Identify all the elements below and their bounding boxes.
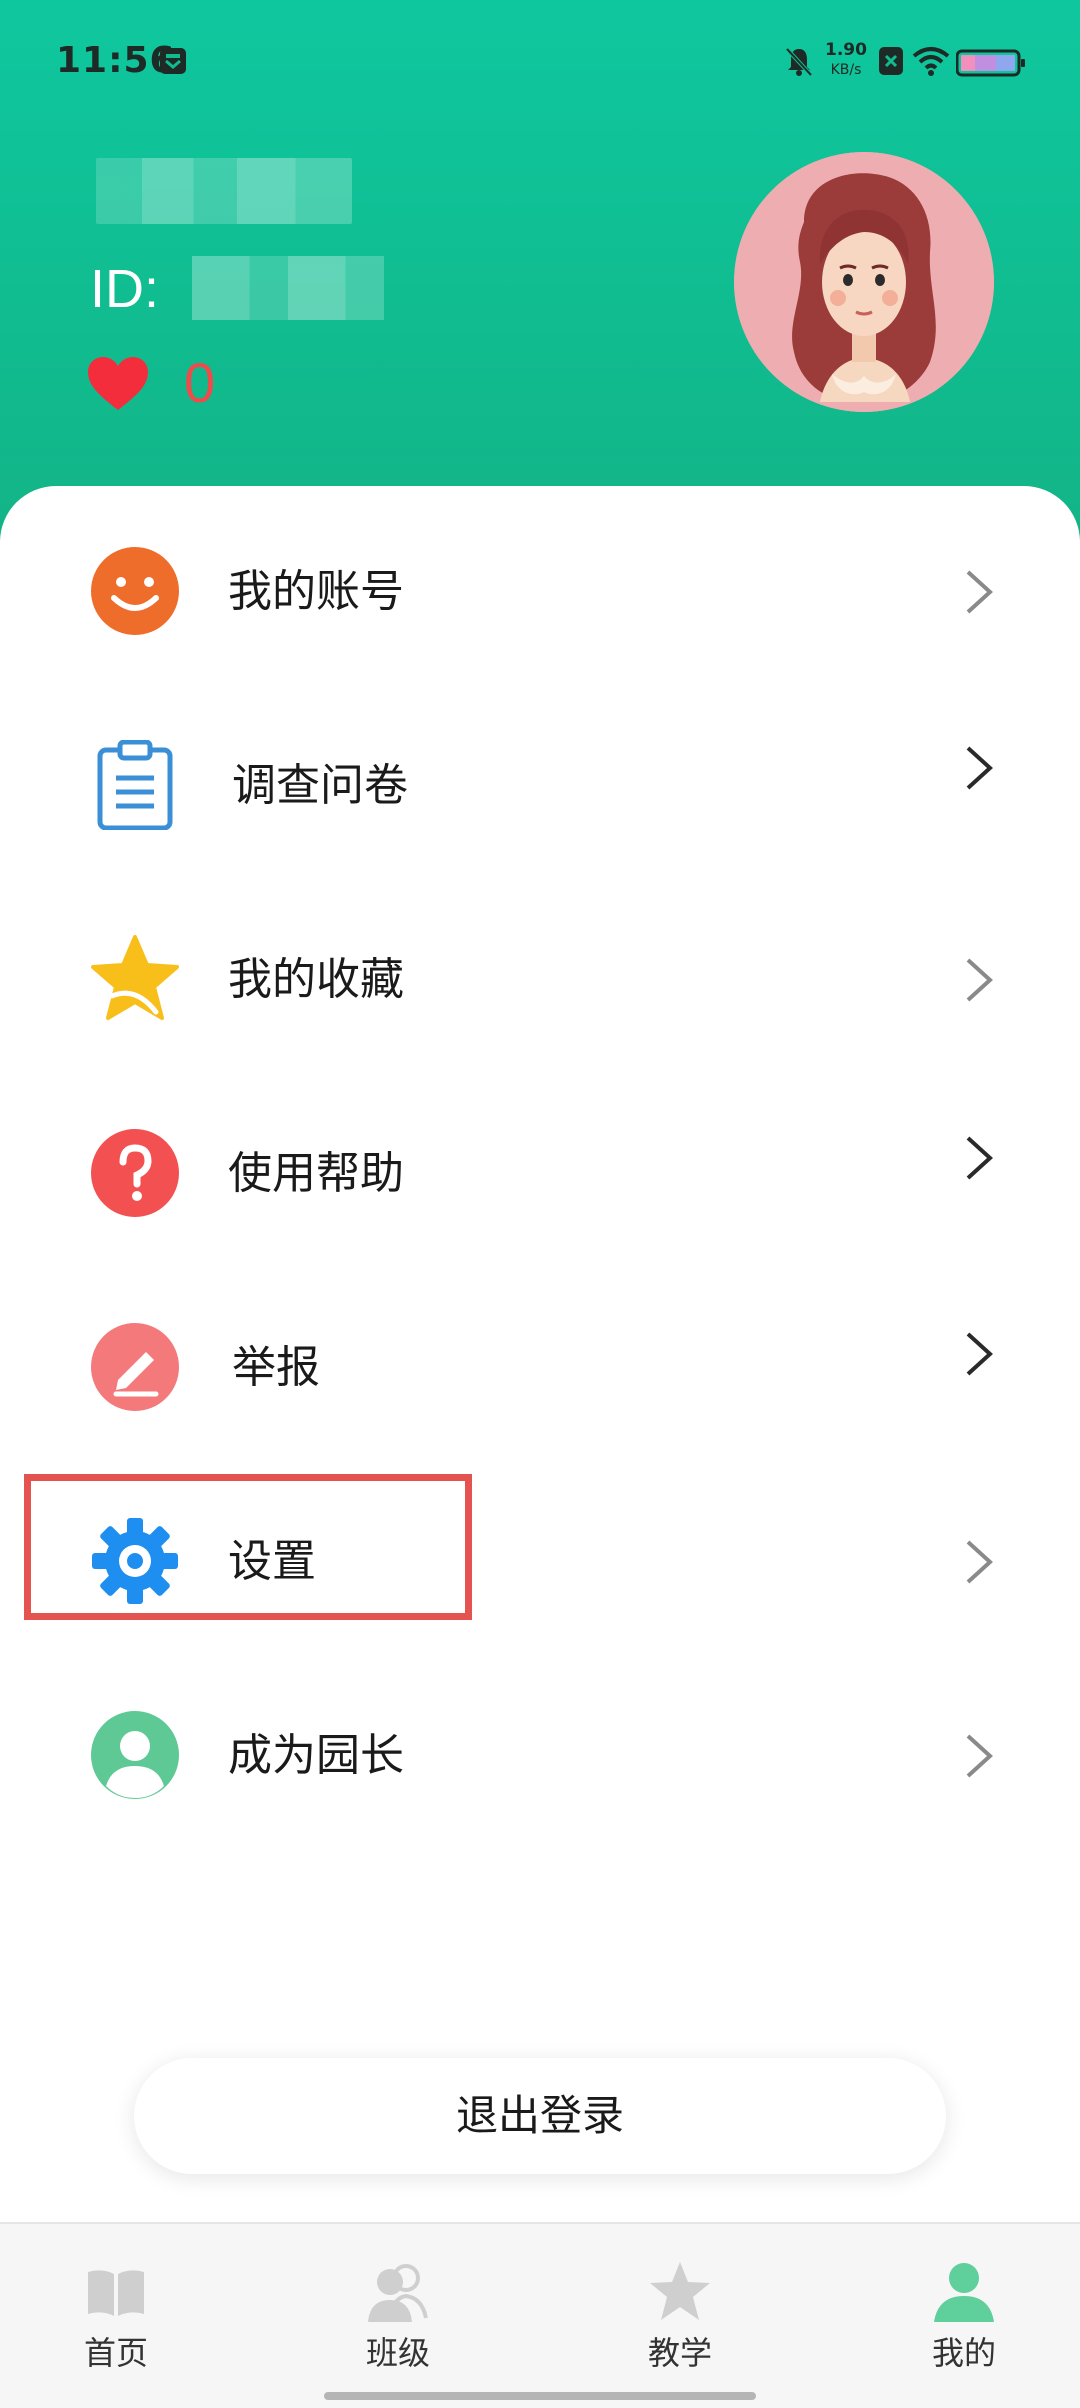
nav-tab-teaching[interactable]: 教学 — [580, 2224, 780, 2374]
menu-item-label: 我的收藏 — [228, 954, 404, 1005]
avatar[interactable] — [734, 152, 994, 412]
battery-icon — [955, 48, 1026, 78]
menu-item-my-account[interactable]: 我的账号 — [0, 512, 1080, 672]
menu-item-label: 调查问卷 — [232, 760, 408, 811]
nav-tab-mine[interactable]: 我的 — [864, 2224, 1064, 2374]
chevron-right-icon — [962, 956, 996, 1004]
menu-item-help[interactable]: 使用帮助 — [0, 1094, 1080, 1254]
menu-item-survey[interactable]: 调查问卷 — [0, 706, 1080, 866]
menu-item-report[interactable]: 举报 — [0, 1288, 1080, 1448]
people-icon — [366, 2260, 430, 2324]
status-bar: 11:56 1.90 KB/s — [0, 0, 1080, 120]
chevron-right-icon — [962, 744, 996, 792]
network-speed: 1.90 KB/s — [818, 40, 874, 80]
home-indicator[interactable] — [324, 2392, 756, 2400]
chevron-right-icon — [962, 1330, 996, 1378]
nav-tab-label: 首页 — [83, 2334, 148, 2372]
nav-tab-label: 班级 — [365, 2334, 430, 2372]
muted-bell-icon — [784, 46, 814, 78]
gear-icon — [90, 1516, 180, 1606]
person-icon — [932, 2260, 996, 2324]
nav-tab-home[interactable]: 首页 — [16, 2224, 216, 2374]
menu-item-favorites[interactable]: 我的收藏 — [0, 900, 1080, 1060]
smiley-icon — [90, 546, 180, 636]
wifi-icon — [912, 46, 950, 76]
heart-icon — [86, 356, 150, 412]
profile-header: 11:56 1.90 KB/s ID: 0 — [0, 0, 1080, 540]
menu-item-label: 使用帮助 — [228, 1148, 404, 1199]
bottom-nav: 首页 班级 教学 我的 — [0, 2222, 1080, 2408]
chevron-right-icon — [962, 1134, 996, 1182]
menu-item-label: 成为园长 — [228, 1730, 404, 1781]
star-icon — [90, 934, 180, 1024]
menu-item-label: 举报 — [232, 1342, 320, 1393]
nav-tab-label: 教学 — [647, 2334, 712, 2372]
profile-screen: 11:56 1.90 KB/s ID: 0 我的账号 调查问卷 我的收藏 使用帮… — [0, 0, 1080, 2408]
logout-button[interactable]: 退出登录 — [134, 2058, 946, 2174]
user-id-redacted — [192, 256, 384, 320]
pencil-icon — [90, 1322, 180, 1412]
clipboard-icon — [90, 739, 180, 831]
user-id-label: ID: — [90, 259, 160, 319]
network-speed-unit: KB/s — [830, 62, 862, 78]
chevron-right-icon — [962, 1732, 996, 1780]
menu-item-label: 我的账号 — [228, 566, 404, 617]
chevron-right-icon — [962, 568, 996, 616]
menu-list: 我的账号 调查问卷 我的收藏 使用帮助 举报 设置 成为园长 — [0, 486, 1080, 2226]
question-icon — [90, 1128, 180, 1218]
menu-item-settings[interactable]: 设置 — [0, 1482, 1080, 1642]
no-sim-icon — [878, 46, 904, 76]
book-icon — [84, 2260, 148, 2324]
menu-item-label: 设置 — [228, 1536, 316, 1587]
likes-count: 0 — [184, 351, 216, 414]
menu-item-become-principal[interactable]: 成为园长 — [0, 1676, 1080, 1836]
nav-tab-class[interactable]: 班级 — [298, 2224, 498, 2374]
notification-app-icon — [158, 46, 188, 76]
network-speed-value: 1.90 — [825, 40, 867, 60]
chevron-right-icon — [962, 1538, 996, 1586]
person-icon — [90, 1710, 180, 1800]
star-icon — [648, 2260, 712, 2324]
nav-tab-label: 我的 — [931, 2334, 996, 2372]
username-redacted — [96, 158, 352, 224]
avatar-illustration — [734, 152, 994, 412]
